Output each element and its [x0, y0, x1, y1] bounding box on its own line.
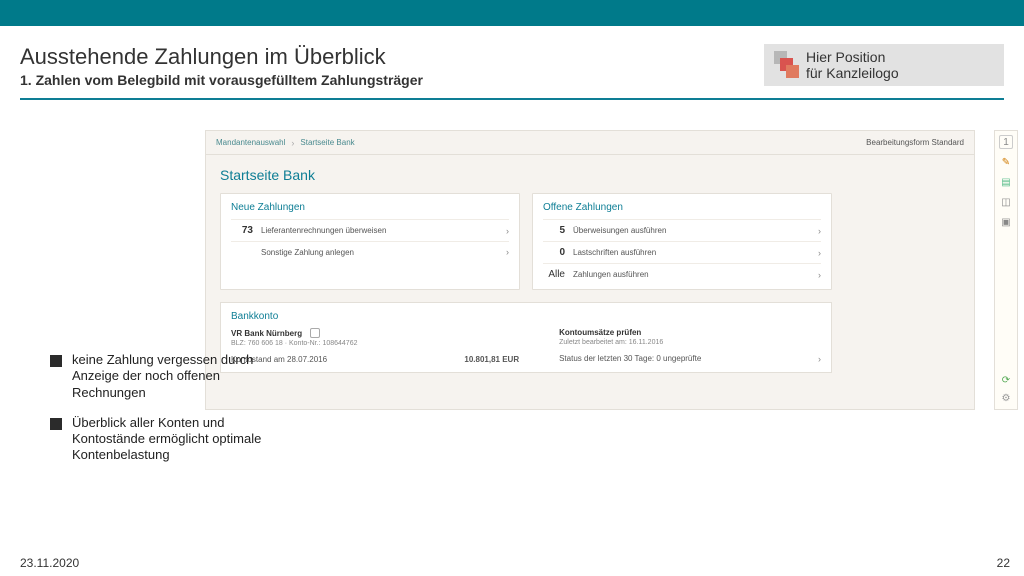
note-icon[interactable]: ✎	[999, 155, 1013, 169]
chevron-right-icon: ›	[291, 138, 294, 148]
header-divider	[20, 98, 1004, 100]
card-neue-zahlungen: Neue Zahlungen 73 Lieferantenrechnungen …	[220, 193, 520, 290]
panel-icon[interactable]: ▣	[999, 215, 1013, 229]
logo-placeholder: Hier Positionfür Kanzleilogo	[764, 44, 1004, 86]
chevron-right-icon: ›	[809, 226, 821, 236]
row-count: 5	[543, 225, 571, 236]
logo-squares-icon	[770, 48, 800, 82]
page-title: Ausstehende Zahlungen im Überblick	[20, 44, 423, 70]
footer-date: 23.11.2020	[20, 556, 79, 570]
chevron-right-icon: ›	[809, 270, 821, 280]
card-title-bankkonto: Bankkonto	[231, 311, 821, 322]
logo-text: Hier Positionfür Kanzleilogo	[806, 49, 899, 81]
edit-mode-label: Bearbeitungsform Standard	[866, 138, 964, 147]
card-offene-zahlungen: Offene Zahlungen 5 Überweisungen ausführ…	[532, 193, 832, 290]
umsaetze-detail: Zuletzt bearbeitet am: 16.11.2016	[559, 339, 821, 346]
title-block: Ausstehende Zahlungen im Überblick 1. Za…	[20, 44, 423, 88]
chart-icon[interactable]: ◫	[999, 195, 1013, 209]
umsaetze-title: Kontoumsätze prüfen	[559, 328, 641, 337]
bank-chip-icon[interactable]	[310, 328, 320, 338]
side-toolbar: 1 ✎ ▤ ◫ ▣ ⟳ ⚙	[994, 130, 1018, 410]
doc-icon[interactable]: ▤	[999, 175, 1013, 189]
footer-page: 22	[997, 556, 1010, 570]
breadcrumb-item-1[interactable]: Mandantenauswahl	[216, 138, 285, 147]
page-subtitle: 1. Zahlen vom Belegbild mit vorausgefüll…	[20, 72, 423, 88]
bankkonto-right[interactable]: Kontoumsätze prüfen Zuletzt bearbeitet a…	[559, 328, 821, 364]
slide-footer: 23.11.2020 22	[20, 556, 1010, 570]
row-lieferanten[interactable]: 73 Lieferantenrechnungen überweisen ›	[231, 219, 509, 241]
bullet-list: keine Zahlung vergessen durch Anzeige de…	[50, 352, 285, 478]
chevron-right-icon: ›	[497, 247, 509, 257]
row-ueberweisungen[interactable]: 5 Überweisungen ausführen ›	[543, 219, 821, 241]
bullet-2-text: Überblick aller Konten und Kontostände e…	[72, 415, 285, 464]
row-sonstige[interactable]: Sonstige Zahlung anlegen ›	[231, 241, 509, 262]
chevron-right-icon: ›	[809, 248, 821, 258]
bullet-1: keine Zahlung vergessen durch Anzeige de…	[50, 352, 285, 401]
umsaetze-status: Status der letzten 30 Tage: 0 ungeprüfte	[559, 354, 701, 364]
chevron-right-icon: ›	[497, 226, 509, 236]
row-label: Lastschriften ausführen	[571, 248, 809, 257]
row-alle[interactable]: Alle Zahlungen ausführen ›	[543, 263, 821, 285]
bullet-square-icon	[50, 418, 62, 430]
row-label: Lieferantenrechnungen überweisen	[259, 226, 497, 235]
bullet-square-icon	[50, 355, 62, 367]
bullet-2: Überblick aller Konten und Kontostände e…	[50, 415, 285, 464]
tool-icon-1[interactable]: 1	[999, 135, 1013, 149]
card-bankkonto: Bankkonto VR Bank Nürnberg BLZ: 760 606 …	[220, 302, 832, 373]
app-screenshot-panel: Mandantenauswahl › Startseite Bank Bearb…	[205, 130, 975, 410]
slide-top-bar	[0, 0, 1024, 26]
row-count: 73	[231, 225, 259, 236]
bank-page-title: Startseite Bank	[206, 155, 974, 193]
card-title-neue: Neue Zahlungen	[231, 202, 509, 213]
card-title-offene: Offene Zahlungen	[543, 202, 821, 213]
gear-icon[interactable]: ⚙	[999, 391, 1013, 405]
refresh-icon[interactable]: ⟳	[999, 373, 1013, 387]
kontostand-value: 10.801,81 EUR	[464, 355, 519, 364]
cards-row: Neue Zahlungen 73 Lieferantenrechnungen …	[206, 193, 974, 290]
row-label: Überweisungen ausführen	[571, 226, 809, 235]
row-label: Sonstige Zahlung anlegen	[259, 248, 497, 257]
row-count: 0	[543, 247, 571, 258]
bank-name: VR Bank Nürnberg	[231, 329, 302, 338]
breadcrumb-item-2[interactable]: Startseite Bank	[300, 138, 354, 147]
header-row: Ausstehende Zahlungen im Überblick 1. Za…	[0, 26, 1024, 92]
chevron-right-icon: ›	[809, 354, 821, 364]
row-label: Zahlungen ausführen	[571, 270, 809, 279]
bank-detail: BLZ: 760 606 18 · Konto-Nr.: 108644762	[231, 340, 519, 347]
row-count: Alle	[543, 269, 571, 280]
breadcrumb-bar: Mandantenauswahl › Startseite Bank Bearb…	[206, 131, 974, 155]
bullet-1-text: keine Zahlung vergessen durch Anzeige de…	[72, 352, 285, 401]
row-lastschriften[interactable]: 0 Lastschriften ausführen ›	[543, 241, 821, 263]
